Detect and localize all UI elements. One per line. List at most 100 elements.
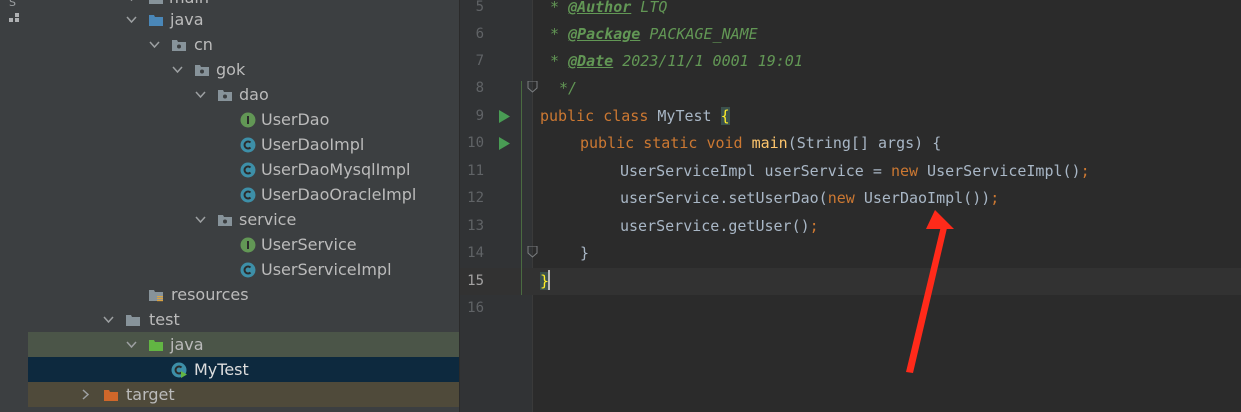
doc-tag: @Date [568, 52, 614, 70]
tree-row-service[interactable]: service [28, 207, 459, 232]
line-number: 16 [467, 300, 484, 316]
doc-star: * [550, 52, 560, 70]
package-icon [172, 40, 186, 51]
interface-icon [240, 237, 256, 253]
chevron-down-icon[interactable] [149, 39, 160, 50]
package-icon [218, 90, 232, 101]
line-number: 9 [475, 108, 484, 124]
code-text: userService.setUserDao( [620, 189, 828, 207]
tree-row-test[interactable]: test [28, 307, 459, 332]
code-line[interactable]: 10 public static void main(String[] args… [460, 130, 1241, 157]
tree-row-userserviceimpl[interactable]: UserServiceImpl [28, 257, 459, 282]
doc-tag: @Package [568, 25, 641, 43]
tree-label: gok [216, 60, 246, 79]
code-line[interactable]: 14 } [460, 240, 1241, 267]
keyword: public [580, 134, 635, 152]
chevron-right-icon[interactable] [80, 389, 91, 400]
resources-folder-icon [149, 290, 163, 302]
tree-label: java [170, 335, 204, 354]
tree-label: service [239, 210, 297, 229]
code-editor[interactable]: 5 * @Author LTQ 6 * @Package PACKAGE_NAM… [460, 0, 1241, 412]
chevron-down-icon[interactable] [172, 64, 183, 75]
tree-row-userdao[interactable]: UserDao [28, 107, 459, 132]
run-icon[interactable] [498, 137, 510, 150]
structure-icon[interactable] [8, 12, 20, 24]
code-line-current[interactable]: 15 } [460, 268, 1241, 295]
tree-label: UserDaoOracleImpl [261, 185, 417, 204]
keyword: new [890, 162, 919, 180]
class-icon [240, 137, 256, 153]
chevron-down-icon[interactable] [195, 89, 206, 100]
chevron-down-icon[interactable] [126, 0, 137, 3]
code-line[interactable]: 5 * @Author LTQ [460, 0, 1241, 21]
tree-label: resources [171, 285, 249, 304]
runnable-class-icon [171, 362, 187, 378]
code-text: (String[] args) { [787, 134, 942, 152]
tree-row-test-java[interactable]: java [28, 332, 459, 357]
keyword: void [706, 134, 743, 152]
tree-row-userdaooracleimpl[interactable]: UserDaoOracleImpl [28, 182, 459, 207]
tree-row-userservice[interactable]: UserService [28, 232, 459, 257]
line-number: 15 [467, 273, 484, 289]
fold-end-icon[interactable] [527, 246, 538, 258]
excluded-folder-icon [104, 390, 118, 401]
tree-label: cn [194, 35, 213, 54]
code-line[interactable]: 11 UserServiceImpl userService = new Use… [460, 158, 1241, 185]
text-cursor [548, 270, 550, 290]
method-name: main [751, 134, 788, 152]
class-name: MyTest [657, 107, 712, 125]
keyword: public [540, 107, 595, 125]
code-line[interactable]: 9 public class MyTest { [460, 103, 1241, 130]
tree-row-target[interactable]: target [28, 382, 459, 407]
code-line[interactable]: 8 */ [460, 75, 1241, 102]
code-line[interactable]: 12 userService.setUserDao(new UserDaoImp… [460, 185, 1241, 212]
chevron-down-icon[interactable] [126, 339, 137, 350]
class-icon [240, 162, 256, 178]
tree-row-gok[interactable]: gok [28, 57, 459, 82]
fold-end-icon[interactable] [527, 81, 538, 93]
code-line[interactable]: 7 * @Date 2023/11/1 0001 19:01 [460, 48, 1241, 75]
tree-row-userdaomysqlimpl[interactable]: UserDaoMysqlImpl [28, 157, 459, 182]
interface-icon [240, 112, 256, 128]
tree-row-dao[interactable]: dao [28, 82, 459, 107]
tree-row-mytest[interactable]: MyTest [28, 357, 459, 382]
chevron-down-icon[interactable] [103, 314, 114, 325]
doc-star: * [550, 25, 560, 43]
line-number: 8 [475, 80, 484, 96]
semicolon: ; [809, 217, 819, 235]
code-text: } [580, 244, 590, 262]
test-source-folder-icon [149, 340, 163, 351]
tree-label: UserDao [261, 110, 330, 129]
doc-text: 2023/11/1 0001 19:01 [613, 52, 803, 70]
line-number: 11 [467, 163, 484, 179]
semicolon: ; [1080, 162, 1090, 180]
line-number: 5 [475, 0, 484, 15]
semicolon: ; [990, 189, 1000, 207]
doc-tag: @Author [568, 0, 632, 16]
keyword: static [643, 134, 698, 152]
tree-row-userdaoimpl[interactable]: UserDaoImpl [28, 132, 459, 157]
line-number: 14 [467, 245, 484, 261]
tree-label: test [149, 310, 180, 329]
chevron-down-icon[interactable] [126, 14, 137, 25]
tree-label: java [170, 10, 204, 29]
code-line[interactable]: 6 * @Package PACKAGE_NAME [460, 21, 1241, 48]
strip-letter: S [9, 0, 16, 9]
tree-row-java[interactable]: java [28, 7, 459, 32]
code-line[interactable]: 16 [460, 295, 1241, 322]
tree-label: dao [239, 85, 269, 104]
code-text: userService.getUser() [620, 217, 810, 235]
code-text: UserDaoImpl()) [854, 189, 991, 207]
tree-row-cn[interactable]: cn [28, 32, 459, 57]
tree-row-resources[interactable]: resources [28, 282, 459, 307]
keyword: class [603, 107, 649, 125]
class-icon [240, 262, 256, 278]
code-text: UserServiceImpl() [918, 162, 1081, 180]
chevron-down-icon[interactable] [195, 214, 206, 225]
tree-label: UserDaoMysqlImpl [261, 160, 411, 179]
code-line[interactable]: 13 userService.getUser(); [460, 213, 1241, 240]
left-tool-strip: S [0, 0, 29, 412]
tree-label: UserService [261, 235, 357, 254]
package-icon [218, 215, 232, 226]
run-icon[interactable] [498, 110, 510, 123]
